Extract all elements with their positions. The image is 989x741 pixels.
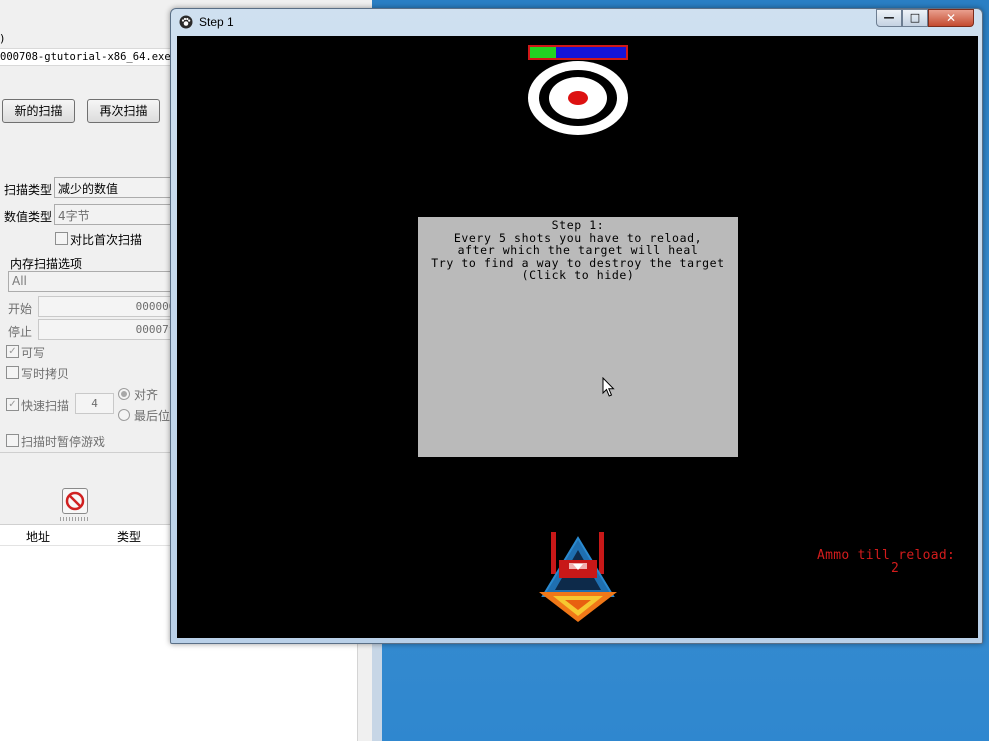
window-title: Step 1 bbox=[199, 15, 234, 29]
copy-on-write-label: 写时拷贝 bbox=[21, 367, 70, 381]
scan-type-select[interactable]: 减少的数值 bbox=[54, 177, 184, 198]
target-icon bbox=[528, 61, 628, 135]
message-line: Step 1: bbox=[551, 218, 605, 232]
panel-splitter[interactable] bbox=[60, 517, 90, 521]
value-type-label: 数值类型 bbox=[4, 210, 53, 224]
game-titlebar[interactable]: Step 1 — □ ✕ bbox=[171, 9, 982, 35]
mouse-cursor-icon bbox=[602, 377, 615, 397]
game-window: Step 1 — □ ✕ Step 1: Every 5 shots you h… bbox=[170, 8, 983, 644]
hide-hint[interactable]: (Click to hide) bbox=[418, 269, 738, 282]
scan-type-label: 扫描类型 bbox=[4, 183, 53, 197]
target-health-bar bbox=[528, 45, 628, 60]
close-button[interactable]: ✕ bbox=[928, 9, 974, 27]
minimize-icon: — bbox=[883, 11, 895, 24]
message-box[interactable]: Step 1: Every 5 shots you have to reload… bbox=[418, 217, 738, 457]
last-digits-radio[interactable] bbox=[118, 409, 130, 421]
align-label: 对齐 bbox=[134, 388, 159, 402]
start-address-input[interactable]: 0000000 bbox=[38, 296, 183, 317]
fast-scan-label: 快速扫描 bbox=[21, 399, 70, 413]
pause-game-checkbox[interactable] bbox=[6, 434, 19, 447]
copy-on-write-checkbox[interactable] bbox=[6, 366, 19, 379]
value-type-select[interactable]: 4字节 bbox=[54, 204, 184, 225]
align-radio[interactable] bbox=[118, 388, 130, 400]
memory-region-select[interactable]: All bbox=[8, 271, 183, 292]
pause-game-label: 扫描时暂停游戏 bbox=[21, 435, 106, 449]
compare-first-checkbox[interactable] bbox=[55, 232, 68, 245]
new-scan-button[interactable]: 新的扫描 bbox=[2, 99, 75, 123]
column-type[interactable]: 类型 bbox=[117, 528, 141, 545]
divider bbox=[0, 452, 170, 453]
player-ship-icon bbox=[539, 532, 617, 622]
stop-address-input[interactable]: 00007ff bbox=[38, 319, 183, 340]
last-digits-label: 最后位 bbox=[134, 409, 171, 423]
compare-first-label: 对比首次扫描 bbox=[70, 233, 143, 247]
minimize-button[interactable]: — bbox=[876, 9, 902, 27]
maximize-icon: □ bbox=[909, 11, 921, 24]
stop-label: 停止 bbox=[8, 325, 33, 339]
fast-scan-checkbox[interactable]: ✓ bbox=[6, 398, 19, 411]
stop-scan-button[interactable] bbox=[62, 488, 88, 514]
game-canvas[interactable]: Step 1: Every 5 shots you have to reload… bbox=[177, 36, 978, 638]
memory-options-label: 内存扫描选项 bbox=[10, 257, 83, 271]
ammo-count: 2 bbox=[891, 561, 899, 576]
maximize-button[interactable]: □ bbox=[902, 9, 928, 27]
stop-icon bbox=[65, 491, 85, 511]
message-line: after which the target will heal bbox=[457, 243, 699, 257]
writable-label: 可写 bbox=[21, 346, 46, 360]
target-health-fill bbox=[530, 47, 556, 58]
close-icon: ✕ bbox=[945, 11, 957, 25]
writable-checkbox[interactable]: ✓ bbox=[6, 345, 19, 358]
column-address[interactable]: 地址 bbox=[26, 528, 50, 545]
next-scan-button[interactable]: 再次扫描 bbox=[87, 99, 160, 123]
fast-scan-input[interactable]: 4 bbox=[75, 393, 114, 414]
taskbar-edge bbox=[372, 640, 382, 741]
start-label: 开始 bbox=[8, 302, 33, 316]
paw-icon bbox=[179, 15, 193, 29]
